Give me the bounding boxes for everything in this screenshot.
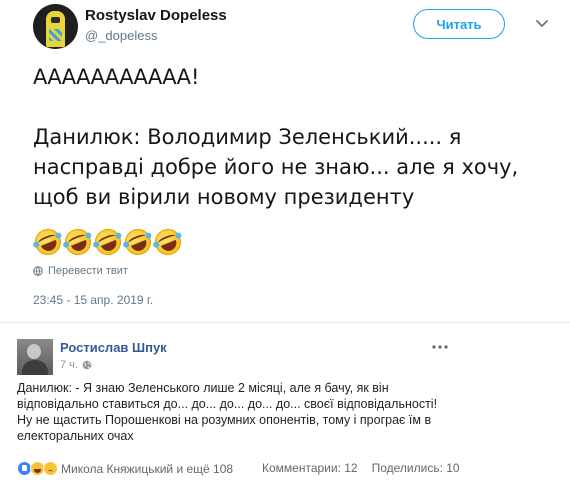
fb-post-meta: 7 ч. — [60, 359, 92, 371]
fb-author-name[interactable]: Ростислав Шпук — [60, 340, 167, 355]
rolling-laughing-emoji-icon — [151, 225, 185, 259]
tweet-text-line: ААААААААААА! — [33, 65, 200, 89]
translate-label: Перевести твит — [48, 265, 128, 277]
avatar-figure — [46, 11, 65, 47]
tweet-author-name[interactable]: Rostyslav Dopeless — [85, 7, 227, 24]
comments-count-link[interactable]: Комментарии: 12 — [262, 461, 358, 475]
section-divider — [0, 322, 570, 323]
fb-text-line: Данилюк: - Я знаю Зеленського лише 2 міс… — [17, 381, 389, 395]
more-dots-icon — [432, 345, 448, 349]
fb-text-line: Ну не щастить Порошенкові на розумних оп… — [17, 413, 432, 427]
reactions-text[interactable]: Микола Княжицький и ещё 108 — [61, 462, 233, 476]
reaction-icons — [17, 461, 58, 476]
tweet-emoji-row — [31, 225, 185, 259]
shares-count-link[interactable]: Поделились: 10 — [372, 461, 460, 475]
fb-post-stats: Комментарии: 12 Поделились: 10 — [262, 461, 460, 475]
fb-post-text: Данилюк: - Я знаю Зеленського лише 2 міс… — [17, 380, 557, 444]
rolling-laughing-emoji-icon — [91, 225, 125, 259]
tweet-text-line: щоб ви вірили новому президенту — [33, 185, 415, 209]
tweet-text-line: насправді добре його не знаю... але я хо… — [33, 155, 519, 179]
tweet-text: ААААААААААА! Данилюк: Володимир Зеленськ… — [33, 62, 553, 212]
public-globe-icon — [82, 360, 92, 370]
rolling-laughing-emoji-icon — [61, 225, 95, 259]
follow-button[interactable]: Читать — [413, 9, 505, 39]
tweet-menu-button[interactable] — [531, 13, 553, 35]
tweet-card: Rostyslav Dopeless @_dopeless Читать ААА… — [0, 0, 570, 326]
tweet-timestamp[interactable]: 23:45 - 15 апр. 2019 г. — [33, 293, 153, 307]
translate-tweet-link[interactable]: Перевести твит — [33, 265, 128, 277]
fb-reactions-summary[interactable]: Микола Княжицький и ещё 108 — [17, 461, 233, 476]
fb-post-time[interactable]: 7 ч. — [60, 359, 78, 371]
fb-text-line: електоральних очах — [17, 429, 134, 443]
globe-icon — [33, 266, 43, 276]
fb-text-line: відповідально ставиться до... до... до..… — [17, 397, 438, 411]
chevron-down-icon — [536, 20, 548, 27]
tweet-author-avatar[interactable] — [33, 4, 78, 49]
rolling-laughing-emoji-icon — [31, 225, 65, 259]
fb-post-options-button[interactable] — [430, 339, 450, 355]
rolling-laughing-emoji-icon — [121, 225, 155, 259]
fb-author-avatar[interactable] — [17, 339, 53, 375]
tweet-author-handle[interactable]: @_dopeless — [85, 28, 157, 43]
tweet-text-line: Данилюк: Володимир Зеленський..... я — [33, 125, 462, 149]
sad-reaction-icon — [43, 461, 58, 476]
